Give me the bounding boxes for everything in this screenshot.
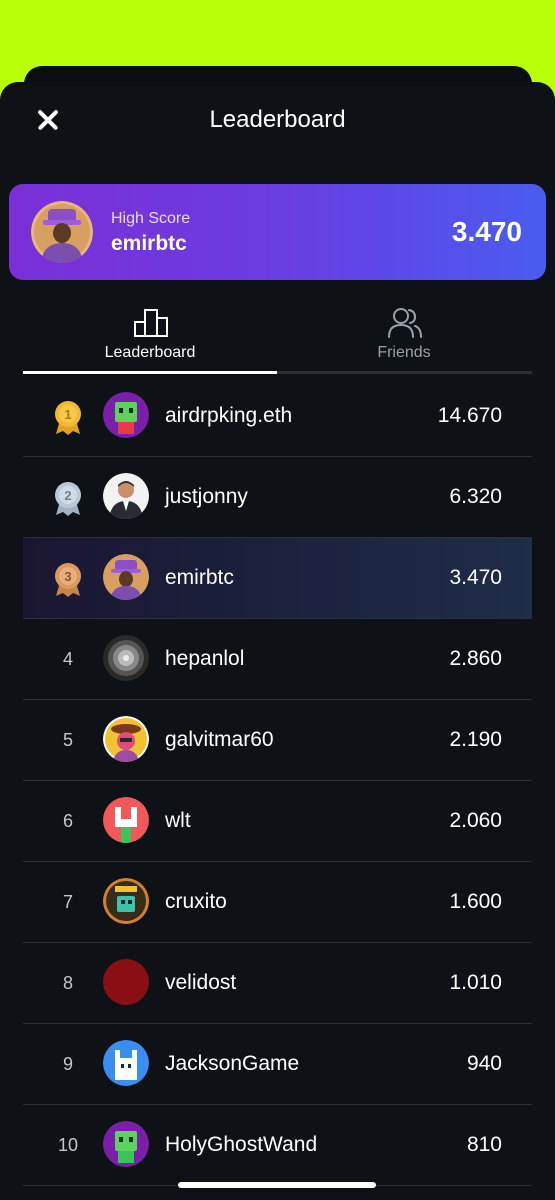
username: justjonny	[165, 485, 248, 508]
bronze-medal-icon: 3	[55, 563, 81, 597]
tab-bar: Leaderboard Friends	[23, 302, 532, 374]
leaderboard-row[interactable]: 9 JacksonGame 940	[23, 1024, 532, 1105]
leaderboard-row[interactable]: 6 wlt 2.060	[23, 781, 532, 862]
user-avatar	[103, 473, 149, 519]
svg-text:2: 2	[64, 488, 71, 503]
silver-medal-icon: 2	[55, 482, 81, 516]
user-avatar	[103, 878, 149, 924]
leaderboard-sheet: Leaderboard High Score emirbtc 3.470 Lea…	[0, 82, 555, 1200]
leaderboard-list: 1 airdrpking.eth 14.670 2 justjonny 6.32…	[23, 376, 532, 1186]
user-avatar	[103, 554, 149, 600]
user-avatar	[103, 635, 149, 681]
user-avatar	[103, 797, 149, 843]
tab-divider	[277, 371, 532, 374]
rank-number: 9	[62, 1054, 73, 1074]
tab-leaderboard[interactable]: Leaderboard	[23, 302, 277, 374]
user-avatar	[103, 959, 149, 1005]
leaderboard-row-current-user[interactable]: 3 emirbtc 3.470	[23, 538, 532, 619]
score: 940	[466, 1052, 502, 1075]
leaderboard-row[interactable]: 7 cruxito 1.600	[23, 862, 532, 943]
svg-text:1: 1	[64, 407, 71, 422]
high-score-username: emirbtc	[111, 232, 187, 255]
tab-friends[interactable]: Friends	[277, 302, 531, 374]
home-indicator	[178, 1182, 376, 1188]
leaderboard-row[interactable]: 8 velidost 1.010	[23, 943, 532, 1024]
rank-number: 7	[62, 892, 73, 912]
score: 1.010	[449, 971, 502, 994]
rank-number: 6	[62, 811, 73, 831]
username: airdrpking.eth	[165, 404, 293, 427]
high-score-avatar	[31, 201, 93, 263]
user-avatar	[103, 1040, 149, 1086]
active-tab-indicator	[23, 371, 277, 374]
friends-icon	[388, 308, 422, 338]
score: 3.470	[449, 566, 502, 589]
username: hepanlol	[165, 647, 245, 670]
leaderboard-row[interactable]: 5 galvitmar60 2.190	[23, 700, 532, 781]
user-avatar	[103, 392, 149, 438]
score: 2.060	[449, 809, 502, 832]
score: 2.860	[449, 647, 502, 670]
username: JacksonGame	[165, 1052, 300, 1075]
high-score-label: High Score	[111, 210, 191, 227]
high-score-card: High Score emirbtc 3.470	[9, 184, 546, 280]
rank-number: 5	[62, 730, 73, 750]
rank-number: 4	[62, 649, 73, 669]
leaderboard-row[interactable]: 2 justjonny 6.320	[23, 457, 532, 538]
user-avatar	[103, 716, 149, 762]
leaderboard-row[interactable]: 1 airdrpking.eth 14.670	[23, 376, 532, 457]
username: HolyGhostWand	[165, 1133, 318, 1156]
score: 1.600	[449, 890, 502, 913]
gold-medal-icon: 1	[55, 401, 81, 435]
score: 14.670	[437, 404, 502, 427]
username: velidost	[165, 971, 237, 994]
page-title: Leaderboard	[209, 106, 346, 133]
username: galvitmar60	[165, 728, 274, 751]
username: emirbtc	[165, 566, 234, 589]
username: cruxito	[165, 890, 227, 913]
username: wlt	[165, 809, 191, 832]
tab-friends-label: Friends	[377, 344, 431, 361]
score: 2.190	[449, 728, 502, 751]
rank-number: 8	[62, 973, 73, 993]
score: 6.320	[449, 485, 502, 508]
leaderboard-row[interactable]: 4 hepanlol 2.860	[23, 619, 532, 700]
score: 810	[466, 1133, 502, 1156]
tab-leaderboard-label: Leaderboard	[104, 344, 196, 361]
rank-number: 10	[57, 1135, 79, 1155]
svg-text:3: 3	[64, 569, 71, 584]
leaderboard-row[interactable]: 10 HolyGhostWand 810	[23, 1105, 532, 1186]
user-avatar	[103, 1121, 149, 1167]
podium-icon	[134, 309, 168, 337]
high-score-value: 3.470	[451, 216, 522, 247]
